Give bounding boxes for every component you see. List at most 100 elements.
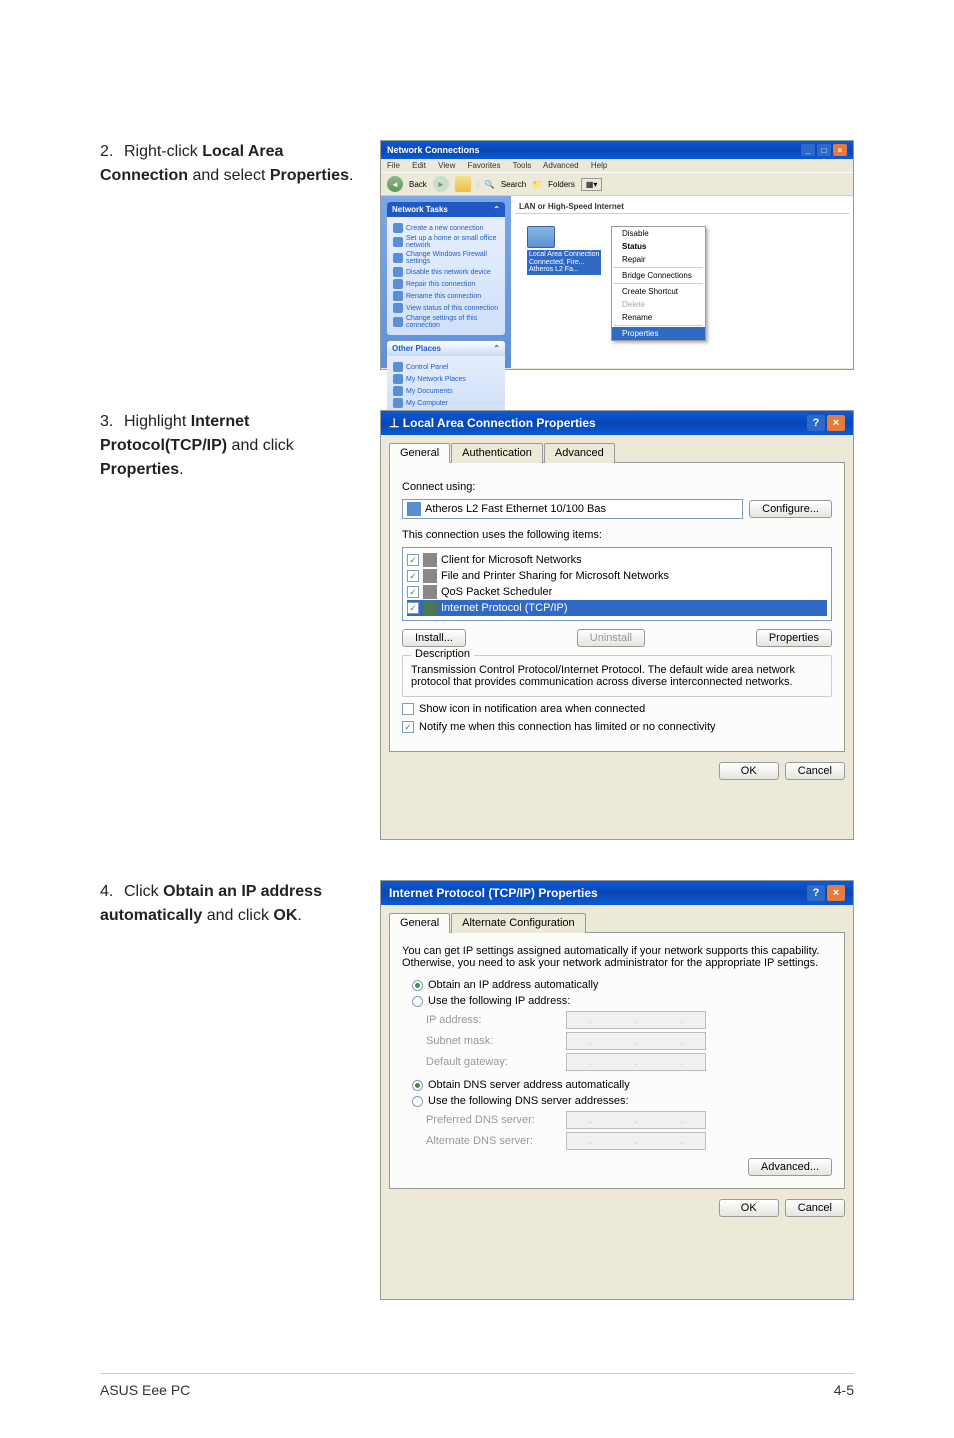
- help-button[interactable]: ?: [807, 415, 825, 431]
- up-button[interactable]: [455, 176, 471, 192]
- menu-tools[interactable]: Tools: [513, 161, 532, 170]
- list-item: File and Printer Sharing for Microsoft N…: [407, 568, 827, 584]
- install-button[interactable]: Install...: [402, 629, 466, 647]
- step-number: 4.: [100, 880, 124, 904]
- menu-favorites[interactable]: Favorites: [468, 161, 501, 170]
- radio-manual-dns[interactable]: Use the following DNS server addresses:: [412, 1095, 832, 1107]
- tab-general[interactable]: General: [389, 913, 450, 933]
- list-item: Client for Microsoft Networks: [407, 552, 827, 568]
- menu-advanced[interactable]: Advanced: [543, 161, 579, 170]
- search-label[interactable]: Search: [501, 180, 526, 189]
- task-item[interactable]: Rename this connection: [393, 291, 499, 301]
- menu-view[interactable]: View: [438, 161, 455, 170]
- network-icon: [527, 226, 555, 248]
- items-listbox[interactable]: Client for Microsoft Networks File and P…: [402, 547, 832, 621]
- show-icon-label: Show icon in notification area when conn…: [419, 703, 645, 715]
- tab-authentication[interactable]: Authentication: [451, 443, 543, 463]
- cancel-button[interactable]: Cancel: [785, 1199, 845, 1217]
- task-item[interactable]: View status of this connection: [393, 303, 499, 313]
- task-item[interactable]: Repair this connection: [393, 279, 499, 289]
- configure-button[interactable]: Configure...: [749, 500, 832, 518]
- radio-icon: [412, 1080, 423, 1091]
- menu-file[interactable]: File: [387, 161, 400, 170]
- tab-general[interactable]: General: [389, 443, 450, 463]
- cancel-button[interactable]: Cancel: [785, 762, 845, 780]
- place-item[interactable]: My Documents: [393, 386, 499, 396]
- close-button[interactable]: ×: [833, 144, 847, 156]
- connection-icon[interactable]: Local Area Connection Connected, Fire...…: [523, 222, 605, 279]
- radio-manual-ip[interactable]: Use the following IP address:: [412, 995, 832, 1007]
- ctx-properties[interactable]: Properties: [612, 327, 705, 340]
- menu-help[interactable]: Help: [591, 161, 607, 170]
- notify-checkbox[interactable]: [402, 721, 414, 733]
- help-button[interactable]: ?: [807, 885, 825, 901]
- ctx-rename[interactable]: Rename: [612, 311, 705, 324]
- task-icon: [393, 267, 403, 277]
- folders-icon[interactable]: 📁: [532, 180, 542, 189]
- task-icon: [393, 291, 403, 301]
- network-tasks-header: Network Tasks⌃: [387, 202, 505, 217]
- close-button[interactable]: ×: [827, 885, 845, 901]
- menu-edit[interactable]: Edit: [412, 161, 426, 170]
- ctx-shortcut[interactable]: Create Shortcut: [612, 285, 705, 298]
- uninstall-button[interactable]: Uninstall: [577, 629, 645, 647]
- ctx-disable[interactable]: Disable: [612, 227, 705, 240]
- ctx-bridge[interactable]: Bridge Connections: [612, 269, 705, 282]
- checkbox[interactable]: [407, 602, 419, 614]
- chevron-icon[interactable]: ⌃: [493, 344, 500, 353]
- place-icon: [393, 362, 403, 372]
- dns2-field: ...: [566, 1132, 706, 1150]
- gw-label: Default gateway:: [426, 1056, 566, 1068]
- dns2-label: Alternate DNS server:: [426, 1135, 566, 1147]
- place-item[interactable]: Control Panel: [393, 362, 499, 372]
- ctx-status[interactable]: Status: [612, 240, 705, 253]
- search-icon[interactable]: 🔍: [485, 180, 495, 189]
- folders-label[interactable]: Folders: [548, 180, 575, 189]
- content-area: LAN or High-Speed Internet Local Area Co…: [511, 196, 853, 368]
- task-item[interactable]: Disable this network device: [393, 267, 499, 277]
- task-item[interactable]: Create a new connection: [393, 223, 499, 233]
- printer-icon: [423, 569, 437, 583]
- properties-button[interactable]: Properties: [756, 629, 832, 647]
- back-button[interactable]: ◄: [387, 176, 403, 192]
- screenshot-lac-properties: ⊥ Local Area Connection Properties ? × G…: [380, 410, 854, 840]
- checkbox[interactable]: [407, 554, 419, 566]
- radio-auto-dns[interactable]: Obtain DNS server address automatically: [412, 1079, 832, 1091]
- window-buttons: _ □ ×: [801, 144, 847, 156]
- radio-auto-ip[interactable]: Obtain an IP address automatically: [412, 979, 832, 991]
- forward-button[interactable]: ►: [433, 176, 449, 192]
- close-button[interactable]: ×: [827, 415, 845, 431]
- place-item[interactable]: My Computer: [393, 398, 499, 408]
- screenshot-tcpip-properties: Internet Protocol (TCP/IP) Properties ? …: [380, 880, 854, 1300]
- ctx-delete[interactable]: Delete: [612, 298, 705, 311]
- chevron-icon[interactable]: ⌃: [493, 205, 500, 214]
- footer-left: ASUS Eee PC: [100, 1382, 190, 1398]
- ctx-repair[interactable]: Repair: [612, 253, 705, 266]
- notify-label: Notify me when this connection has limit…: [419, 721, 716, 733]
- place-item[interactable]: My Network Places: [393, 374, 499, 384]
- toolbar: ◄ Back ► | 🔍 Search 📁 Folders ▦▾: [381, 172, 853, 196]
- show-icon-checkbox[interactable]: [402, 703, 414, 715]
- ok-button[interactable]: OK: [719, 1199, 779, 1217]
- tcp-icon: [423, 601, 437, 615]
- advanced-button[interactable]: Advanced...: [748, 1158, 832, 1176]
- screenshot-network-connections: Network Connections _ □ × File Edit View…: [380, 140, 854, 370]
- minimize-button[interactable]: _: [801, 144, 815, 156]
- checkbox[interactable]: [407, 570, 419, 582]
- mask-label: Subnet mask:: [426, 1035, 566, 1047]
- checkbox[interactable]: [407, 586, 419, 598]
- maximize-button[interactable]: □: [817, 144, 831, 156]
- connect-using-label: Connect using:: [402, 481, 832, 493]
- task-item[interactable]: Set up a home or small office network: [393, 235, 499, 249]
- dns1-label: Preferred DNS server:: [426, 1114, 566, 1126]
- context-menu: Disable Status Repair Bridge Connections…: [611, 226, 706, 341]
- tab-alternate[interactable]: Alternate Configuration: [451, 913, 586, 933]
- task-item[interactable]: Change Windows Firewall settings: [393, 251, 499, 265]
- tab-advanced[interactable]: Advanced: [544, 443, 615, 463]
- task-item[interactable]: Change settings of this connection: [393, 315, 499, 329]
- ok-button[interactable]: OK: [719, 762, 779, 780]
- place-icon: [393, 398, 403, 408]
- dns1-field: ...: [566, 1111, 706, 1129]
- views-icon[interactable]: ▦▾: [581, 178, 603, 191]
- list-item-selected: Internet Protocol (TCP/IP): [407, 600, 827, 616]
